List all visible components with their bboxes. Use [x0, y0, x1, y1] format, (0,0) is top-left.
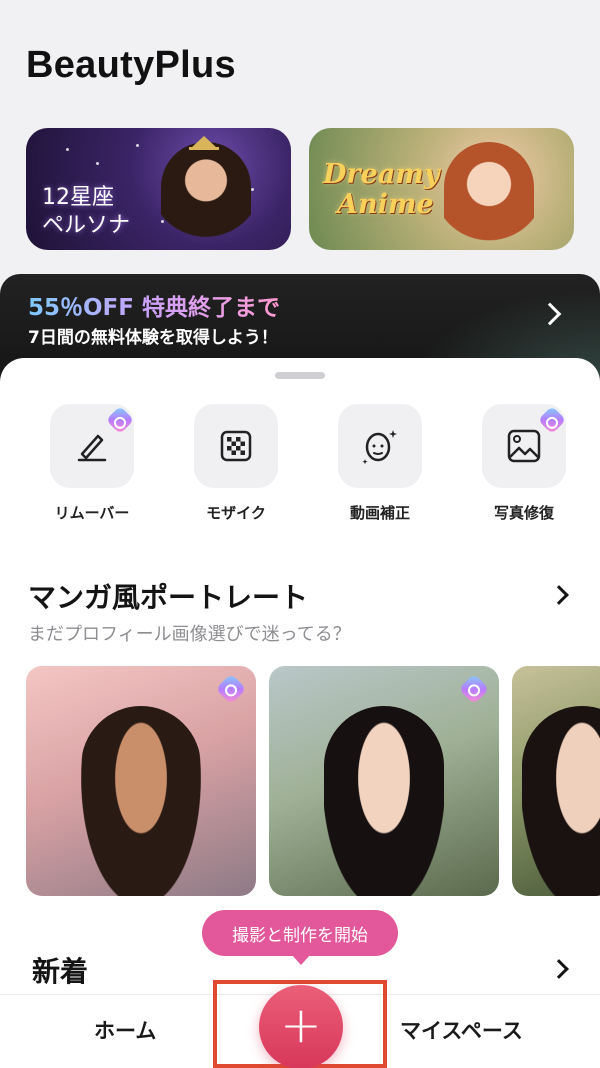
tool-mosaic-button[interactable] [194, 404, 278, 488]
banner-title-line: Anime [337, 189, 434, 220]
tool-remover-button[interactable] [50, 404, 135, 488]
portrait-image [81, 706, 201, 896]
tool-label: モザイク [206, 504, 266, 522]
promo-title: 55％OFF 特典終了まで [28, 288, 280, 322]
create-button[interactable]: + [259, 985, 343, 1068]
nav-home[interactable]: ホーム [94, 1015, 156, 1045]
tool-video-retouch-button[interactable] [338, 404, 422, 488]
banner-title: Dreamy Anime [323, 160, 453, 220]
zodiac-persona-banner[interactable]: 12星座 ペルソナ [26, 128, 291, 250]
manga-portrait-card[interactable] [512, 666, 600, 896]
premium-badge-icon [215, 673, 247, 705]
banner-title-line: 12星座 [42, 185, 114, 210]
manga-section-title: マンガ風ポートレート [28, 581, 309, 614]
crown-icon [189, 136, 219, 150]
star-decoration [136, 144, 139, 147]
banner-portrait-image [444, 142, 534, 250]
banner-title: 12星座 ペルソナ [42, 184, 172, 240]
tool-mosaic[interactable]: モザイク [194, 404, 278, 523]
app-title: BeautyPlus [26, 44, 236, 86]
premium-badge-icon [537, 405, 567, 435]
manga-portrait-card[interactable] [269, 666, 499, 896]
tool-remover[interactable]: リムーバー [50, 404, 135, 523]
manga-portrait-card[interactable] [26, 666, 256, 896]
manga-section-subtitle: まだプロフィール画像選びで迷ってる？ [28, 624, 351, 645]
tool-photo-repair[interactable]: 写真修復 [482, 404, 567, 523]
chevron-right-icon[interactable] [549, 959, 569, 979]
tool-label: 写真修復 [493, 504, 554, 522]
star-decoration [66, 148, 69, 151]
bottom-sheet: リムーバー モザイク 動画補正 写真修復 マンガ風ポートレート まだプロフィール… [0, 358, 600, 1068]
eraser-pen-icon [77, 434, 107, 462]
start-create-tooltip[interactable]: 撮影と制作を開始 [202, 910, 398, 965]
premium-badge-icon [105, 405, 135, 435]
new-section-title: 新着 [32, 955, 89, 988]
banner-title-line: Dreamy [323, 159, 440, 190]
tool-video-retouch[interactable]: 動画補正 [338, 404, 422, 523]
nav-myspace[interactable]: マイスペース [400, 1015, 523, 1045]
face-sparkle-icon [362, 430, 397, 465]
promo-subtitle: 7日間の無料体験を取得しよう！ [28, 328, 278, 348]
chevron-right-icon[interactable] [549, 585, 569, 605]
portrait-image [324, 706, 444, 896]
sheet-drag-handle[interactable] [275, 372, 325, 379]
star-decoration [96, 162, 99, 165]
portrait-image [522, 706, 600, 896]
photo-repair-icon [507, 429, 541, 463]
tool-label: リムーバー [54, 504, 130, 522]
star-decoration [251, 188, 254, 191]
tool-photo-repair-button[interactable] [482, 404, 567, 488]
dreamy-anime-banner[interactable]: Dreamy Anime [309, 128, 574, 250]
premium-badge-icon [458, 673, 490, 705]
tool-label: 動画補正 [349, 504, 410, 522]
banner-portrait-image [161, 142, 251, 250]
banner-title-line: ペルソナ [42, 213, 131, 238]
mosaic-icon [220, 430, 252, 462]
